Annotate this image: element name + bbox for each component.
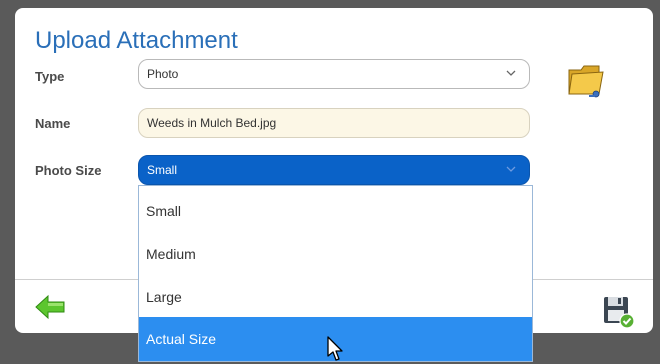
name-field-value: Weeds in Mulch Bed.jpg <box>147 116 277 130</box>
type-label: Type <box>35 69 65 84</box>
name-label: Name <box>35 116 71 131</box>
floppy-disk-check-icon[interactable] <box>602 295 636 329</box>
photo-size-select-value: Small <box>147 163 178 177</box>
chevron-down-icon <box>506 70 516 76</box>
option-medium[interactable]: Medium <box>139 232 532 276</box>
photo-size-label: Photo Size <box>35 163 102 178</box>
option-small[interactable]: Small <box>139 189 532 233</box>
dialog-title: Upload Attachment <box>35 27 238 54</box>
photo-size-select[interactable]: Small <box>138 155 530 185</box>
folder-icon[interactable] <box>565 60 609 102</box>
type-select[interactable]: Photo <box>138 59 530 89</box>
type-select-value: Photo <box>147 67 179 81</box>
name-field[interactable]: Weeds in Mulch Bed.jpg <box>138 108 530 138</box>
mouse-cursor-icon <box>327 336 343 361</box>
chevron-down-icon <box>506 166 516 172</box>
green-left-arrow-icon[interactable] <box>34 294 66 320</box>
option-large[interactable]: Large <box>139 275 532 319</box>
